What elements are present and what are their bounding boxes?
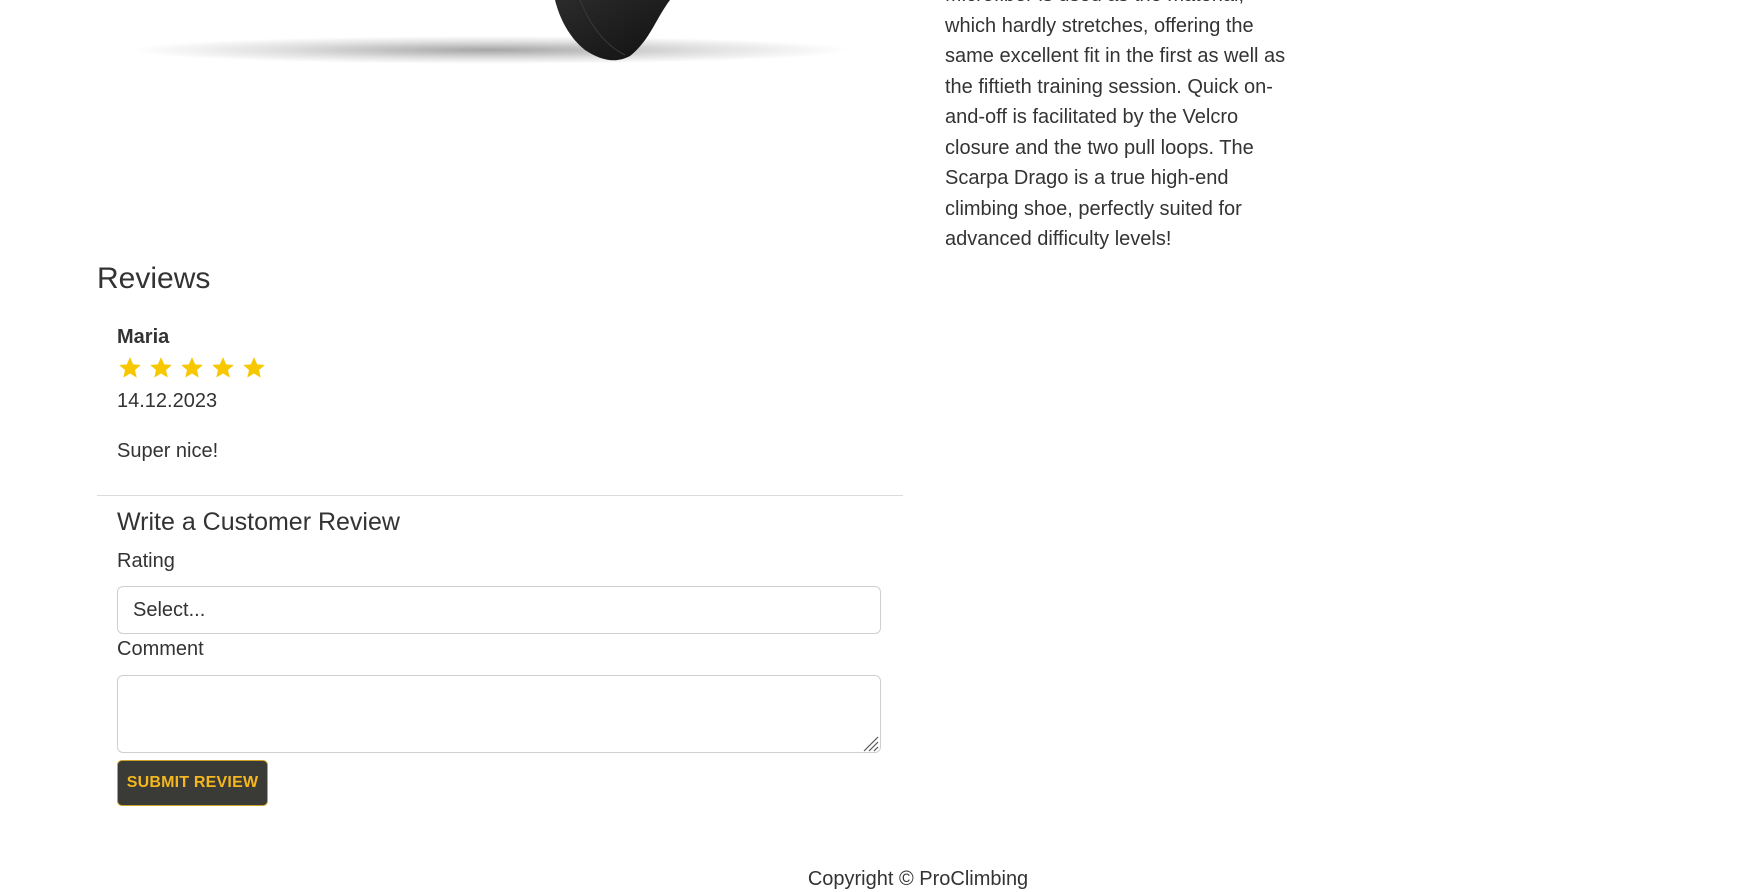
- description-line: same excellent fit in the first as well …: [945, 45, 1286, 67]
- star-icon: [119, 357, 141, 378]
- review-author: Maria: [117, 326, 170, 348]
- star-icon: [150, 357, 172, 378]
- review-date: 14.12.2023: [117, 390, 218, 412]
- description-line: Microfiber is used as the material,: [945, 0, 1305, 11]
- description-line: closure and the two pull loops. The: [945, 136, 1254, 159]
- description-line: Scarpa Drago is a true high-end: [945, 167, 1229, 189]
- rating-select-value: Select...: [133, 599, 206, 621]
- star-icon: [243, 357, 265, 378]
- comment-textarea[interactable]: [117, 675, 881, 753]
- review-form-title: Write a Customer Review: [117, 508, 400, 536]
- description-line: advanced difficulty levels!: [945, 228, 1172, 250]
- review-text: Super nice!: [117, 440, 219, 462]
- resize-grip-icon[interactable]: [861, 734, 879, 752]
- footer-copyright: Copyright © ProClimbing: [807, 868, 1029, 890]
- description-line: the fiftieth training session. Quick on-: [945, 75, 1273, 98]
- description-line: climbing shoe, perfectly suited for: [945, 197, 1242, 220]
- rating-label: Rating: [117, 550, 175, 572]
- product-description: Microfiber is used as the material, whic…: [945, 0, 1305, 255]
- review-rating: [117, 354, 877, 382]
- description-line: which hardly stretches, offering the: [945, 14, 1254, 37]
- reviews-title: Reviews: [97, 262, 211, 295]
- star-icon: [181, 357, 203, 378]
- product-page: Microfiber is used as the material, whic…: [0, 0, 1762, 892]
- description-line: and-off is facilitated by the Velcro: [945, 106, 1239, 128]
- review-item: Maria 14.12.2023 Super nice!: [117, 322, 877, 466]
- submit-review-button[interactable]: SUBMIT REVIEW: [117, 760, 268, 806]
- divider: [97, 495, 903, 496]
- comment-label: Comment: [117, 638, 204, 660]
- star-icon: [212, 357, 234, 378]
- product-image: [110, 0, 890, 260]
- rating-select[interactable]: Select...: [117, 586, 881, 634]
